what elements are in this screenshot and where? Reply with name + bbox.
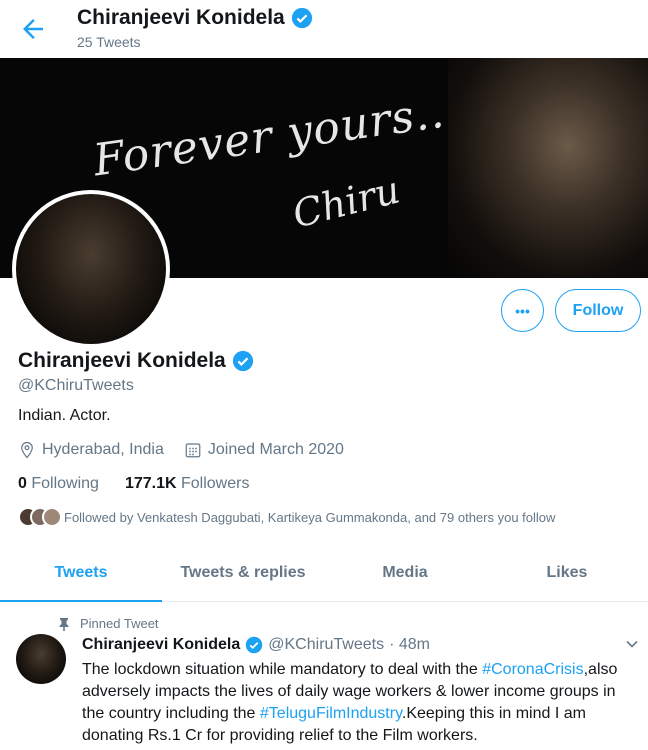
back-arrow-icon[interactable]	[18, 14, 48, 44]
tweet-author-handle[interactable]: @KChiruTweets	[268, 636, 384, 654]
banner-signature: Chiru	[288, 167, 405, 237]
verified-icon	[291, 7, 312, 29]
pinned-indicator: Pinned Tweet	[58, 616, 159, 631]
verified-icon	[232, 350, 253, 372]
top-bar: Chiranjeevi Konidela 25 Tweets	[0, 0, 648, 58]
follow-button[interactable]: Follow	[555, 289, 641, 332]
tweet-text-part1: The lockdown situation while mandatory t…	[82, 661, 483, 678]
tweet-header: Chiranjeevi Konidela @KChiruTweets · 48m	[82, 636, 430, 654]
following-label: Following	[31, 475, 99, 492]
hashtag-link[interactable]: #TeluguFilmIndustry	[260, 705, 402, 722]
followers-count: 177.1K	[124, 475, 177, 492]
profile-tabs: Tweets Tweets & replies Media Likes	[0, 550, 648, 602]
tweet-count: 25 Tweets	[77, 34, 141, 50]
verified-icon	[246, 636, 263, 654]
followers-link[interactable]: 177.1K Followers	[125, 475, 250, 493]
pin-icon	[59, 617, 69, 631]
followers-label: Followers	[181, 475, 250, 492]
tab-tweets-replies[interactable]: Tweets & replies	[162, 550, 324, 601]
location-text: Hyderabad, India	[42, 441, 164, 458]
profile-name-text: Chiranjeevi Konidela	[18, 349, 226, 372]
tweet-avatar[interactable]	[16, 634, 66, 684]
banner-text: Forever yours...	[90, 84, 463, 187]
following-link[interactable]: 0 Following	[18, 475, 99, 493]
calendar-icon	[185, 443, 201, 458]
header-name: Chiranjeevi Konidela	[77, 6, 285, 29]
follower-avatars	[18, 507, 62, 527]
profile-name: Chiranjeevi Konidela	[18, 349, 254, 373]
tab-media[interactable]: Media	[324, 550, 486, 601]
tweet-time[interactable]: · 48m	[389, 636, 430, 654]
following-count: 0	[18, 475, 27, 492]
followed-by-text: Followed by Venkatesh Daggubati, Kartike…	[64, 509, 556, 525]
profile-meta: Hyderabad, India Joined March 2020	[18, 441, 344, 459]
joined-text: Joined March 2020	[207, 441, 344, 458]
tab-likes[interactable]: Likes	[486, 550, 648, 601]
location-icon	[21, 441, 33, 459]
chevron-down-icon[interactable]	[624, 636, 640, 652]
banner-photo	[448, 58, 648, 278]
tab-tweets[interactable]: Tweets	[0, 550, 162, 602]
profile-stats: 0 Following 177.1K Followers	[18, 475, 249, 493]
more-options-button[interactable]: •••	[501, 289, 544, 332]
followed-by[interactable]: Followed by Venkatesh Daggubati, Kartike…	[18, 507, 555, 527]
tweet-text: The lockdown situation while mandatory t…	[82, 659, 642, 747]
header-title: Chiranjeevi Konidela	[77, 6, 313, 30]
tweet-author-name[interactable]: Chiranjeevi Konidela	[82, 636, 240, 654]
profile-avatar[interactable]	[12, 190, 170, 348]
profile-bio: Indian. Actor.	[18, 407, 111, 424]
hashtag-link[interactable]: #CoronaCrisis	[482, 661, 583, 678]
pinned-label: Pinned Tweet	[80, 616, 159, 631]
profile-handle: @KChiruTweets	[18, 377, 134, 394]
